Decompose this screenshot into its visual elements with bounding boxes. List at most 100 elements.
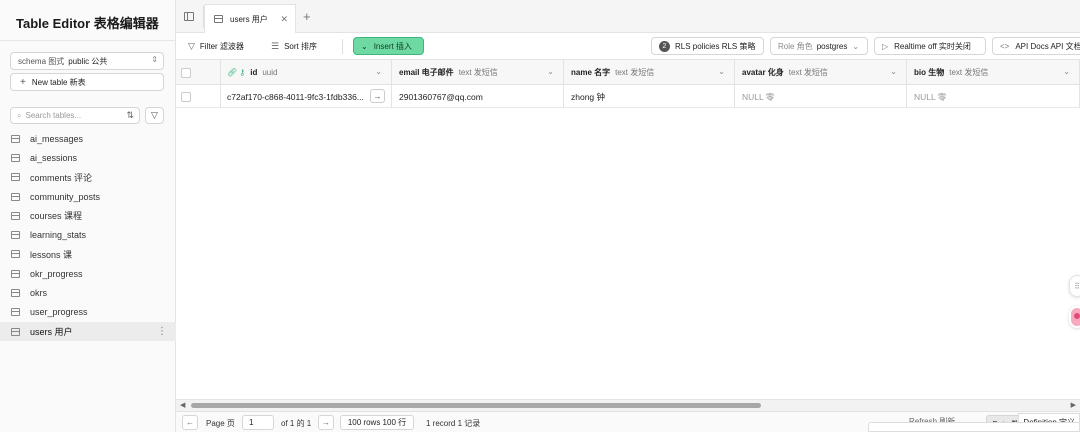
table-icon	[11, 192, 20, 201]
table-icon	[11, 327, 20, 336]
more-options-icon[interactable]: ⋮	[157, 326, 167, 337]
sidebar-item-users[interactable]: users 用户 ⋮	[0, 321, 176, 342]
table-icon	[11, 269, 20, 278]
table-icon	[11, 211, 20, 220]
chevron-down-icon[interactable]: ⌄	[1063, 67, 1070, 76]
add-tab-icon[interactable]: +	[303, 9, 311, 24]
next-page-button[interactable]: →	[318, 415, 334, 430]
row-checkbox[interactable]	[181, 91, 191, 102]
sidebar-item-label: comments 评论	[30, 172, 93, 183]
new-table-button[interactable]: + New table 新表	[10, 73, 164, 91]
cell-id[interactable]: c72af170-c868-4011-9fc3-1fdb336... →	[221, 85, 392, 108]
role-label: Role 角色	[778, 41, 813, 51]
cell-name[interactable]: zhong 钟	[564, 85, 735, 108]
scroll-left-icon[interactable]: ◀	[180, 401, 185, 409]
sidebar-item-okrs[interactable]: okrs	[0, 283, 176, 302]
chevron-down-icon[interactable]: ⌄	[718, 67, 725, 76]
table-icon	[11, 173, 20, 182]
cell-value: NULL 零	[742, 91, 775, 102]
toggle-sidebar-icon[interactable]	[184, 12, 194, 21]
sidebar-item-community-posts[interactable]: community_posts	[0, 187, 176, 206]
tab-bar: users 用户 ✕ +	[176, 0, 1080, 33]
arrow-left-icon: ←	[186, 418, 194, 427]
tab-label: users 用户	[230, 14, 268, 24]
rows-per-page-select[interactable]: 100 rows 100 行	[340, 415, 414, 430]
api-docs-button[interactable]: <> API Docs API 文档	[992, 37, 1080, 55]
sort-lines-icon: ☰	[271, 41, 280, 51]
horizontal-scrollbar[interactable]: ◀ ▶	[176, 399, 1080, 411]
sidebar-item-comments[interactable]: comments 评论	[0, 168, 176, 187]
floating-widget-button[interactable]: ⠿	[1069, 275, 1080, 297]
sidebar-item-okr-progress[interactable]: okr_progress	[0, 264, 176, 283]
cell-avatar[interactable]: NULL 零	[735, 85, 907, 108]
api-docs-label: API Docs API 文档	[1015, 41, 1080, 51]
table-icon	[11, 250, 20, 259]
rows-per-page-label: 100 rows 100 行	[347, 418, 407, 427]
sidebar-item-courses[interactable]: courses 课程	[0, 206, 176, 225]
schema-value: public 公共	[68, 56, 108, 66]
of-pages: of 1 的 1	[281, 419, 312, 428]
sidebar-item-ai-messages[interactable]: ai_messages	[0, 129, 176, 148]
row-select-cell	[176, 85, 221, 108]
chevron-down-icon[interactable]: ⌄	[890, 67, 897, 76]
schema-select[interactable]: schema 图式 public 公共 ⇕	[10, 52, 164, 70]
floating-assistant-avatar[interactable]	[1069, 306, 1080, 328]
sidebar-item-label: ai_messages	[30, 133, 84, 144]
cell-email[interactable]: 2901360767@qq.com	[392, 85, 564, 108]
sort-button[interactable]: ☰ Sort 排序	[271, 38, 317, 55]
column-name: name 名字	[571, 68, 611, 77]
column-header-avatar[interactable]: avatar 化身 text 发短信 ⌄	[735, 60, 907, 85]
chevron-down-icon[interactable]: ⌄	[547, 67, 554, 76]
cell-value: zhong 钟	[571, 91, 606, 102]
sidebar-item-lessons[interactable]: lessons 课	[0, 245, 176, 264]
page-label: Page 页	[206, 419, 235, 428]
rls-policies-button[interactable]: 2 RLS policies RLS 策略	[651, 37, 764, 55]
sidebar-item-ai-sessions[interactable]: ai_sessions	[0, 148, 176, 167]
chevron-down-icon[interactable]: ⌄	[375, 67, 382, 76]
column-name: email 电子邮件	[399, 68, 454, 77]
filter-button[interactable]: ▽ Filter 滤波器	[188, 38, 244, 55]
scroll-right-icon[interactable]: ▶	[1071, 401, 1076, 409]
column-header-id[interactable]: 🔗︎ ⚷ id uuid ⌄	[221, 60, 392, 85]
table-list: ai_messages ai_sessions comments 评论 comm…	[0, 129, 176, 342]
search-tables-input[interactable]: ⌕ Search tables... ⇅	[10, 107, 140, 124]
funnel-icon: ▽	[151, 110, 158, 120]
table-icon	[11, 231, 20, 240]
sidebar: Table Editor 表格编辑器 schema 图式 public 公共 ⇕…	[0, 0, 176, 432]
page-input[interactable]: 1	[242, 415, 274, 430]
insert-button[interactable]: ⌄ Insert 插入	[353, 37, 424, 55]
link-key-icon: 🔗︎ ⚷	[227, 68, 246, 77]
funnel-icon: ▽	[188, 41, 195, 51]
column-header-name[interactable]: name 名字 text 发短信 ⌄	[564, 60, 735, 85]
column-name: bio 生物	[914, 68, 945, 77]
tab-users[interactable]: users 用户 ✕	[204, 4, 296, 33]
role-select[interactable]: Role 角色 postgres ⌄	[770, 37, 868, 55]
plus-icon: +	[20, 76, 26, 88]
close-icon[interactable]: ✕	[280, 14, 288, 25]
arrow-right-icon[interactable]: →	[370, 89, 385, 103]
sidebar-item-label: user_progress	[30, 307, 88, 318]
search-placeholder: Search tables...	[25, 111, 82, 120]
table-icon	[11, 308, 20, 317]
search-icon: ⌕	[17, 110, 22, 120]
rls-count-badge: 2	[659, 40, 670, 52]
chevron-down-icon: ⌄	[852, 41, 860, 51]
sort-order-icon[interactable]: ⇅	[126, 110, 134, 121]
record-count: 1 record 1 记录	[426, 419, 481, 428]
sidebar-item-user-progress[interactable]: user_progress	[0, 303, 176, 322]
select-all-checkbox[interactable]	[181, 67, 191, 78]
column-header-email[interactable]: email 电子邮件 text 发短信 ⌄	[392, 60, 564, 85]
scrollbar-thumb[interactable]	[191, 403, 761, 408]
cell-value: NULL 零	[914, 91, 947, 102]
realtime-button[interactable]: ▷ Realtime off 实时关闭	[874, 37, 986, 55]
sidebar-item-learning-stats[interactable]: learning_stats	[0, 225, 176, 244]
toolbar-divider	[342, 39, 343, 54]
realtime-label: Realtime off 实时关闭	[894, 41, 971, 51]
filter-label: Filter 滤波器	[199, 42, 244, 51]
rls-label: RLS policies RLS 策略	[675, 41, 756, 51]
sidebar-item-label: okr_progress	[30, 268, 83, 279]
filter-tables-button[interactable]: ▽	[145, 107, 164, 124]
column-header-bio[interactable]: bio 生物 text 发短信 ⌄	[907, 60, 1080, 85]
cell-bio[interactable]: NULL 零	[907, 85, 1080, 108]
previous-page-button[interactable]: ←	[182, 415, 198, 430]
